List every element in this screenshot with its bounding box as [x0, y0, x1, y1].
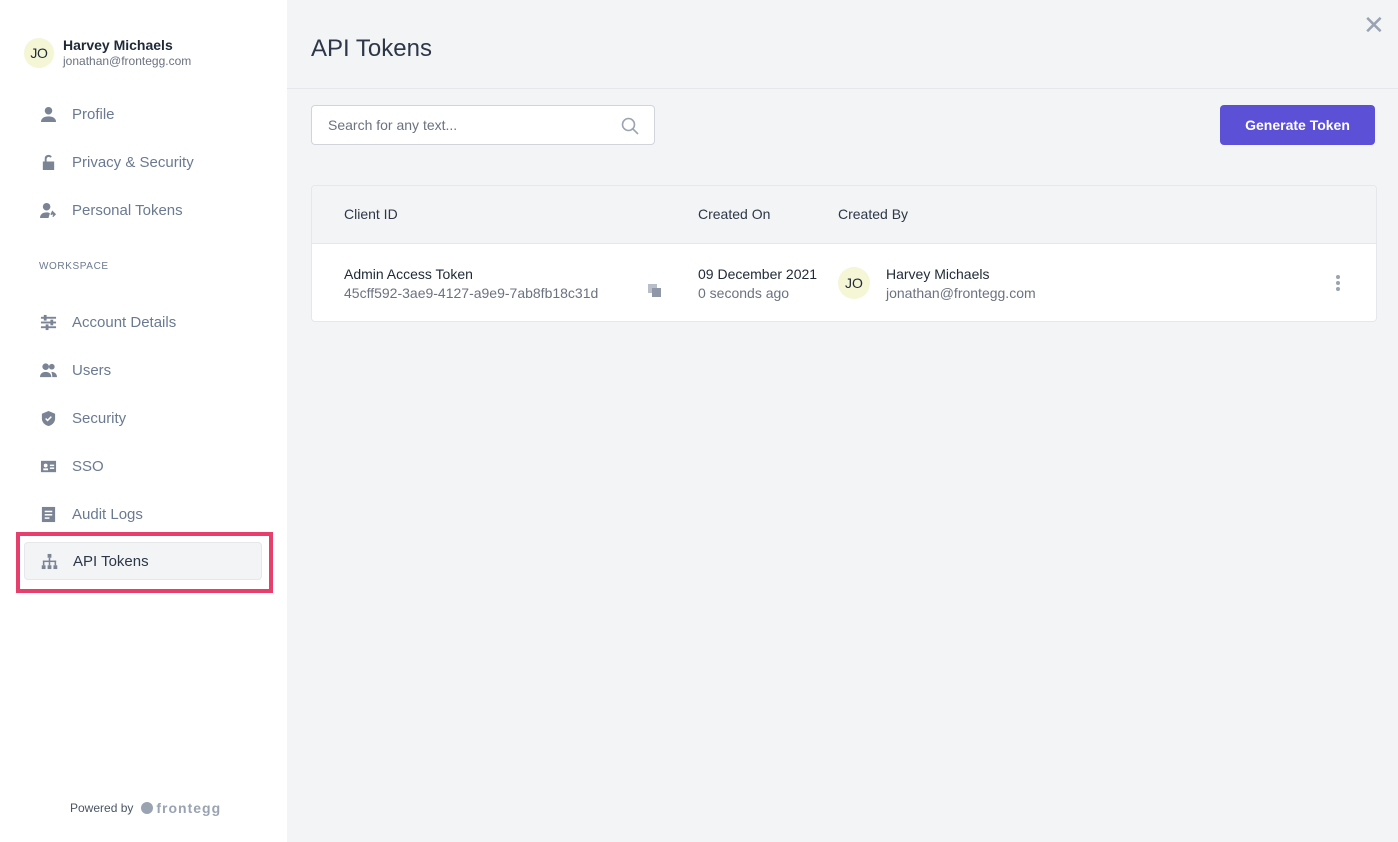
shield-icon [39, 409, 57, 427]
sidebar: JO Harvey Michaels jonathan@frontegg.com… [0, 0, 287, 842]
sidebar-item-label: Account Details [72, 313, 177, 331]
id-card-icon [39, 457, 57, 475]
person-icon [39, 105, 57, 123]
column-header-created-by[interactable]: Created By [838, 206, 908, 222]
column-header-created-on[interactable]: Created On [698, 206, 770, 222]
sidebar-item-privacy-security[interactable]: Privacy & Security [24, 143, 262, 181]
sidebar-item-profile[interactable]: Profile [24, 95, 262, 133]
lock-icon [39, 153, 57, 171]
generate-token-button[interactable]: Generate Token [1220, 105, 1375, 145]
search-input[interactable] [328, 117, 613, 133]
column-header-client-id[interactable]: Client ID [344, 206, 398, 222]
powered-by: Powered by frontegg [70, 800, 221, 816]
close-icon[interactable]: ✕ [1363, 12, 1385, 38]
tokens-table: Client ID Created On Created By Admin Ac… [311, 185, 1377, 322]
sidebar-item-label: SSO [72, 457, 104, 475]
table-header: Client ID Created On Created By [312, 186, 1376, 244]
row-actions-menu-icon[interactable] [1328, 272, 1348, 294]
users-icon [39, 361, 57, 379]
sliders-icon [39, 313, 57, 331]
powered-by-label: Powered by [70, 801, 134, 815]
token-client-id: 45cff592-3ae9-4127-a9e9-7ab8fb18c31d [344, 285, 599, 301]
creator-name: Harvey Michaels [886, 266, 990, 282]
search-box [311, 105, 655, 145]
workspace-section-title: WORKSPACE [39, 261, 109, 272]
sidebar-item-personal-tokens[interactable]: Personal Tokens [24, 191, 262, 229]
sidebar-item-label: Privacy & Security [72, 153, 194, 171]
sidebar-item-label: Users [72, 361, 112, 379]
person-key-icon [39, 201, 57, 219]
main-content: API Tokens ✕ Generate Token Client ID Cr… [287, 0, 1398, 842]
document-icon [39, 505, 57, 523]
sidebar-item-account-details[interactable]: Account Details [24, 303, 262, 341]
sidebar-item-label: Security [72, 409, 127, 427]
sidebar-item-api-tokens[interactable]: API Tokens [24, 542, 262, 580]
created-date: 09 December 2021 [698, 266, 818, 282]
hierarchy-icon [40, 552, 58, 570]
created-ago: 0 seconds ago [698, 285, 790, 301]
search-icon[interactable] [621, 117, 639, 135]
header-divider [287, 88, 1398, 89]
sidebar-item-audit-logs[interactable]: Audit Logs [24, 495, 262, 533]
user-profile: JO Harvey Michaels jonathan@frontegg.com [24, 37, 191, 69]
sidebar-item-security[interactable]: Security [24, 399, 262, 437]
sidebar-item-label: Personal Tokens [72, 201, 183, 219]
token-name: Admin Access Token [344, 266, 473, 282]
sidebar-item-sso[interactable]: SSO [24, 447, 262, 485]
creator-email: jonathan@frontegg.com [886, 285, 1036, 301]
brand-name: frontegg [156, 800, 222, 816]
avatar: JO [838, 267, 870, 299]
page-title: API Tokens [311, 35, 432, 62]
sidebar-item-label: API Tokens [73, 552, 149, 570]
user-name: Harvey Michaels [63, 37, 173, 53]
user-email: jonathan@frontegg.com [63, 54, 192, 68]
frontegg-logo: frontegg [141, 800, 221, 816]
copy-icon[interactable] [648, 284, 662, 298]
sidebar-item-label: Profile [72, 105, 115, 123]
avatar: JO [24, 38, 54, 68]
sidebar-item-label: Audit Logs [72, 505, 143, 523]
frontegg-logo-icon [141, 802, 154, 814]
table-row: Admin Access Token 45cff592-3ae9-4127-a9… [312, 244, 1376, 321]
sidebar-item-users[interactable]: Users [24, 351, 262, 389]
